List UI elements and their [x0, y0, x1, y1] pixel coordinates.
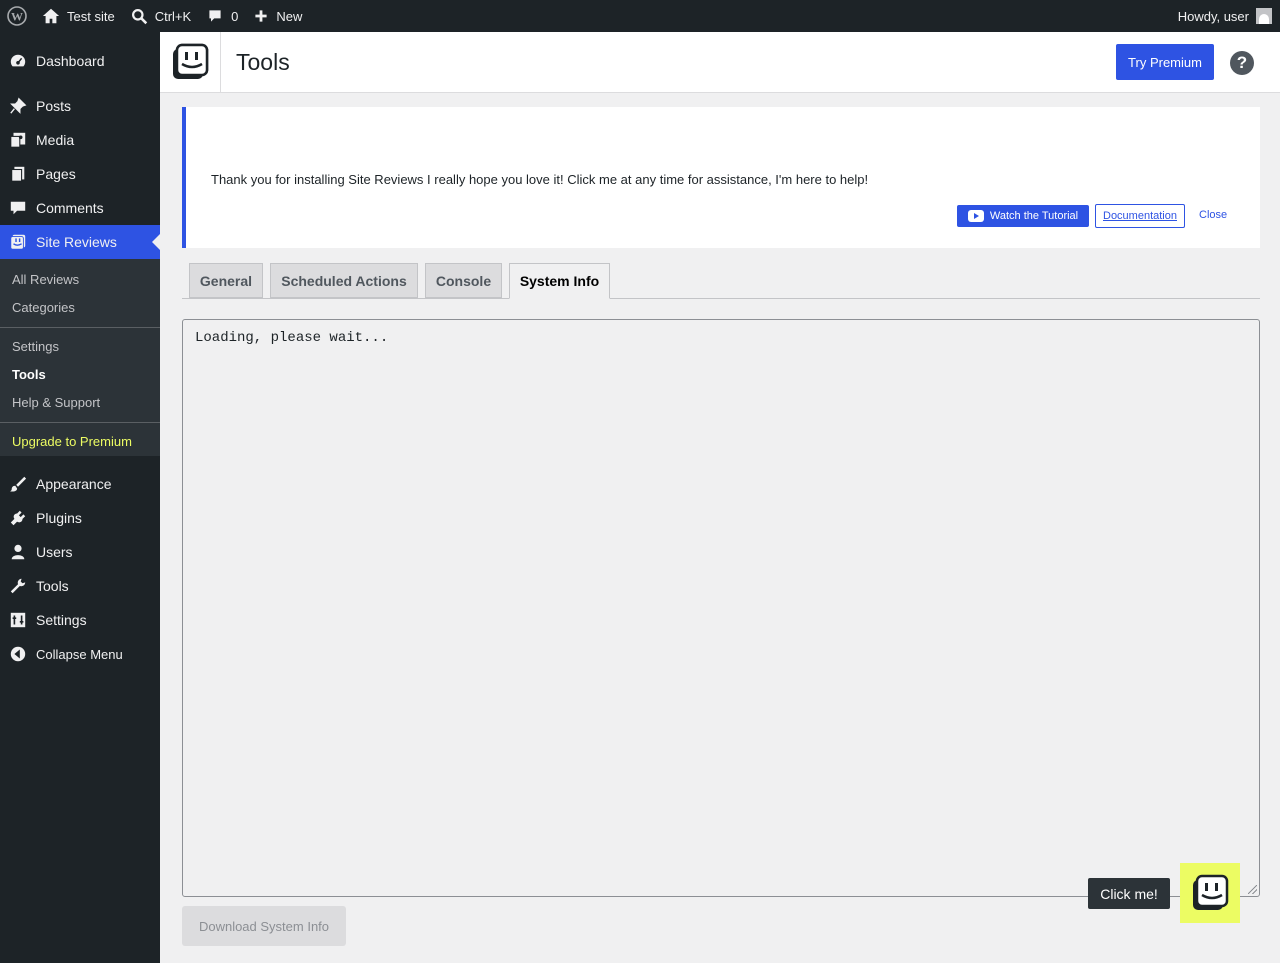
sidebar-item-pages[interactable]: Pages — [0, 157, 160, 191]
sidebar-item-label: Media — [36, 132, 75, 148]
my-account-link[interactable]: Howdy, user — [1170, 0, 1280, 32]
sidebar-item-media[interactable]: Media — [0, 123, 160, 157]
comments-link[interactable]: 0 — [199, 0, 246, 32]
new-label: New — [276, 8, 303, 24]
page-header: Tools Try Premium ? — [160, 32, 1280, 93]
watch-tutorial-button[interactable]: Watch the Tutorial — [957, 205, 1089, 227]
tab-general[interactable]: General — [189, 263, 263, 298]
sidebar-item-site-reviews[interactable]: Site Reviews — [0, 225, 160, 259]
comments-icon — [8, 198, 28, 218]
sidebar-item-label: Users — [36, 544, 73, 560]
youtube-icon — [967, 210, 984, 222]
collapse-arrow-icon — [8, 644, 28, 664]
media-icon — [8, 130, 28, 150]
admin-sidebar: Dashboard Posts Media Pages Comments Sit… — [0, 32, 160, 963]
tab-console[interactable]: Console — [425, 263, 502, 298]
sidebar-item-appearance[interactable]: Appearance — [0, 467, 160, 501]
close-notice-button[interactable]: Close — [1199, 209, 1227, 221]
sidebar-item-label: Dashboard — [36, 53, 105, 69]
settings-icon — [8, 610, 28, 630]
tools-icon — [8, 576, 28, 596]
pages-icon — [8, 164, 28, 184]
search-icon — [131, 8, 147, 24]
submenu-categories[interactable]: Categories — [0, 294, 160, 322]
sidebar-item-label: Pages — [36, 166, 76, 182]
site-name-label: Test site — [67, 8, 115, 24]
sidebar-item-label: Comments — [36, 200, 104, 216]
submenu-settings[interactable]: Settings — [0, 333, 160, 361]
collapse-menu-button[interactable]: Collapse Menu — [0, 637, 160, 671]
try-premium-button[interactable]: Try Premium — [1116, 44, 1214, 80]
sidebar-item-label: Posts — [36, 98, 72, 114]
site-reviews-icon — [8, 232, 28, 252]
sidebar-item-label: Site Reviews — [36, 234, 117, 250]
users-icon — [8, 542, 28, 562]
watch-tutorial-label: Watch the Tutorial — [989, 210, 1079, 222]
pin-icon — [8, 96, 28, 116]
site-reviews-logo-icon — [160, 32, 221, 92]
svg-text:W: W — [11, 10, 23, 24]
comment-bubble-icon — [209, 10, 221, 22]
appearance-icon — [8, 474, 28, 494]
site-reviews-assistant-icon — [1193, 874, 1229, 910]
sidebar-item-label: Tools — [36, 578, 69, 594]
assistant-button[interactable] — [1180, 863, 1240, 923]
submenu-upgrade-premium[interactable]: Upgrade to Premium — [0, 428, 160, 456]
comments-count: 0 — [231, 8, 239, 24]
howdy-label: Howdy, user — [1177, 8, 1249, 24]
submenu-all-reviews[interactable]: All Reviews — [0, 266, 160, 294]
assistant-tooltip[interactable]: Click me! — [1088, 878, 1170, 909]
avatar — [1256, 8, 1272, 24]
admin-bar: W Test site Ctrl+K 0 New Howdy, user — [0, 0, 1280, 32]
collapse-menu-label: Collapse Menu — [36, 646, 123, 662]
tab-scheduled-actions[interactable]: Scheduled Actions — [270, 263, 418, 298]
site-reviews-submenu: All Reviews Categories Settings Tools He… — [0, 259, 160, 456]
sidebar-item-label: Plugins — [36, 510, 82, 526]
sidebar-item-users[interactable]: Users — [0, 535, 160, 569]
new-content-link[interactable]: New — [246, 0, 310, 32]
system-info-content: Loading, please wait... — [195, 330, 389, 346]
system-info-textarea[interactable]: Loading, please wait... — [182, 319, 1260, 897]
submenu-help-support[interactable]: Help & Support — [0, 389, 160, 417]
sidebar-item-comments[interactable]: Comments — [0, 191, 160, 225]
sidebar-item-tools[interactable]: Tools — [0, 569, 160, 603]
submenu-tools[interactable]: Tools — [0, 361, 160, 389]
sidebar-item-settings[interactable]: Settings — [0, 603, 160, 637]
command-palette-button[interactable]: Ctrl+K — [123, 0, 199, 32]
plugins-icon — [8, 508, 28, 528]
sidebar-item-posts[interactable]: Posts — [0, 89, 160, 123]
help-icon[interactable]: ? — [1230, 51, 1254, 75]
submenu-divider — [0, 327, 160, 328]
download-system-info-button[interactable]: Download System Info — [182, 906, 346, 946]
home-icon — [42, 8, 60, 24]
site-name-link[interactable]: Test site — [34, 0, 123, 32]
resize-handle-icon[interactable] — [1248, 885, 1257, 894]
search-shortcut-label: Ctrl+K — [154, 8, 192, 24]
sidebar-item-dashboard[interactable]: Dashboard — [0, 44, 160, 78]
page-title: Tools — [236, 48, 290, 75]
notice-message: Thank you for installing Site Reviews I … — [211, 172, 869, 187]
submenu-divider — [0, 422, 160, 423]
documentation-button[interactable]: Documentation — [1095, 204, 1185, 228]
sidebar-item-label: Settings — [36, 612, 87, 628]
sidebar-item-label: Appearance — [36, 476, 112, 492]
plus-icon — [255, 10, 268, 22]
welcome-notice: Thank you for installing Site Reviews I … — [182, 107, 1260, 248]
tab-system-info[interactable]: System Info — [509, 263, 610, 299]
sidebar-item-plugins[interactable]: Plugins — [0, 501, 160, 535]
tools-tabs: General Scheduled Actions Console System… — [182, 263, 1260, 299]
wordpress-logo-icon[interactable]: W — [0, 0, 34, 32]
dashboard-icon — [8, 51, 28, 71]
